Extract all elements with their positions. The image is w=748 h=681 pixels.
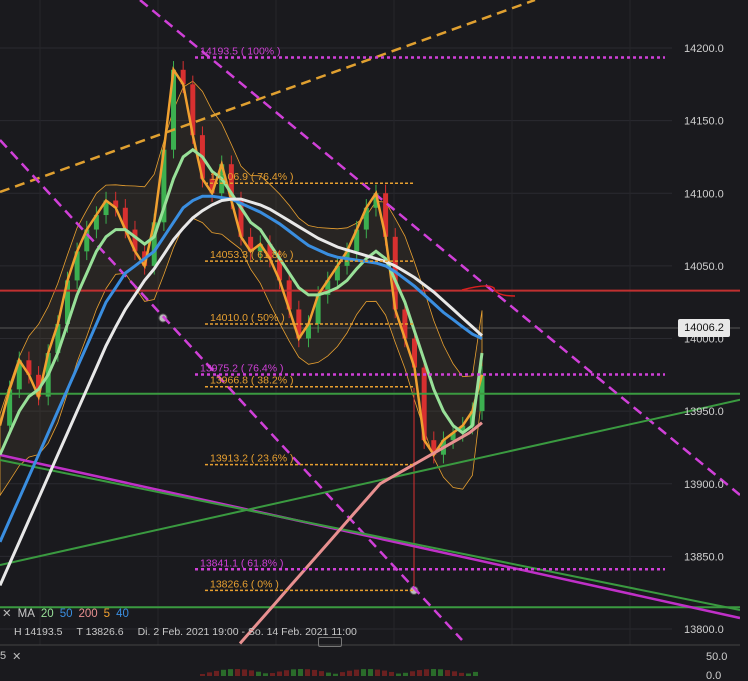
fib-label: 13913.2 ( 23.6% ) (210, 453, 293, 465)
oscillator-bar (410, 671, 415, 676)
oscillator-tick: 0.0 (706, 670, 721, 681)
ma-period-50: 50 (59, 608, 73, 620)
y-tick-label: 14150.0 (684, 116, 724, 128)
ma-period-200: 200 (78, 608, 98, 620)
fib-label: 13975.2 ( 76.4% ) (200, 363, 283, 375)
oscillator-bar (466, 673, 471, 676)
oscillator-bar (312, 669, 317, 676)
current-price-tag: 14006.2 (678, 319, 730, 337)
y-tick-label: 13800.0 (684, 624, 724, 636)
price-chart[interactable]: 14193.5 ( 100% ) 14106.9 ( 76.4% ) 14053.3… (0, 0, 748, 681)
oscillator-bar (305, 669, 310, 676)
oscillator-bar (347, 670, 352, 676)
right-edge-panel (740, 0, 748, 681)
oscillator-bar (452, 671, 457, 676)
oscillator-bar (424, 669, 429, 676)
oscillator-bar (319, 671, 324, 676)
panel-resize-handle[interactable] (318, 637, 342, 647)
oscillator-bar (438, 669, 443, 676)
chart-background (0, 0, 748, 681)
ma-period-5: 5 (103, 608, 111, 620)
oscillator-bar (368, 669, 373, 676)
y-tick-label: 14050.0 (684, 261, 724, 273)
range-high: H 14193.5 (14, 626, 63, 638)
oscillator-bar (340, 672, 345, 676)
range-info: H 14193.5 T 13826.6 Di. 2 Feb. 2021 19:0… (14, 626, 357, 638)
close-icon[interactable]: ✕ (2, 606, 12, 622)
fib-label: 14106.9 ( 76.4% ) (210, 171, 293, 183)
oscillator-close-icon[interactable]: ✕ (12, 650, 21, 663)
oscillator-period: 5 (0, 650, 7, 662)
oscillator-bar (228, 669, 233, 676)
fib-label: 14053.3 ( 61.8% ) (210, 249, 293, 261)
y-tick-label: 14100.0 (684, 188, 724, 200)
oscillator-bar (298, 669, 303, 676)
fib-label: 13966.8 ( 38.2% ) (210, 375, 293, 387)
oscillator-bar (354, 669, 359, 676)
oscillator-bar (459, 672, 464, 676)
oscillator-bar (431, 669, 436, 676)
oscillator-bar (326, 672, 331, 676)
oscillator-bar (389, 671, 394, 676)
oscillator-bar (382, 670, 387, 676)
ma-legend: ✕ MA 20 50 200 5 40 (0, 606, 129, 622)
oscillator-bar (263, 673, 268, 676)
oscillator-bar (235, 669, 240, 676)
ma-period-40: 40 (116, 608, 129, 620)
range-low: T 13826.6 (76, 626, 124, 638)
y-tick-label: 13950.0 (684, 406, 724, 418)
oscillator-legend: 5 ✕ (0, 650, 21, 663)
fib-label: 13841.1 ( 61.8% ) (200, 557, 283, 569)
oscillator-bar (473, 671, 478, 676)
oscillator-bar (242, 669, 247, 676)
oscillator-bar (417, 670, 422, 676)
oscillator-tick: 50.0 (706, 651, 727, 663)
fib-label: 13826.6 ( 0% ) (210, 578, 279, 590)
oscillator-bar (256, 671, 261, 676)
y-tick-label: 13900.0 (684, 479, 724, 491)
oscillator-bar (270, 673, 275, 676)
oscillator-bar (361, 669, 366, 676)
oscillator-bar (403, 672, 408, 676)
y-tick-label: 13850.0 (684, 551, 724, 563)
oscillator-bar (249, 670, 254, 676)
oscillator-bar (214, 670, 219, 676)
fib-label: 14010.0 ( 50% ) (210, 312, 285, 324)
oscillator-bar (277, 671, 282, 676)
oscillator-bar (221, 669, 226, 676)
ma-label: MA (17, 608, 35, 620)
oscillator-bar (375, 669, 380, 676)
oscillator-bar (333, 673, 338, 676)
oscillator-bar (207, 672, 212, 676)
fib-label: 14193.5 ( 100% ) (200, 45, 281, 57)
oscillator-bar (445, 670, 450, 676)
y-tick-label: 14200.0 (684, 43, 724, 55)
ma-period-20: 20 (40, 608, 54, 620)
oscillator-bar (291, 669, 296, 676)
oscillator-bar (200, 674, 205, 676)
oscillator-bar (396, 673, 401, 676)
oscillator-bar (284, 670, 289, 676)
